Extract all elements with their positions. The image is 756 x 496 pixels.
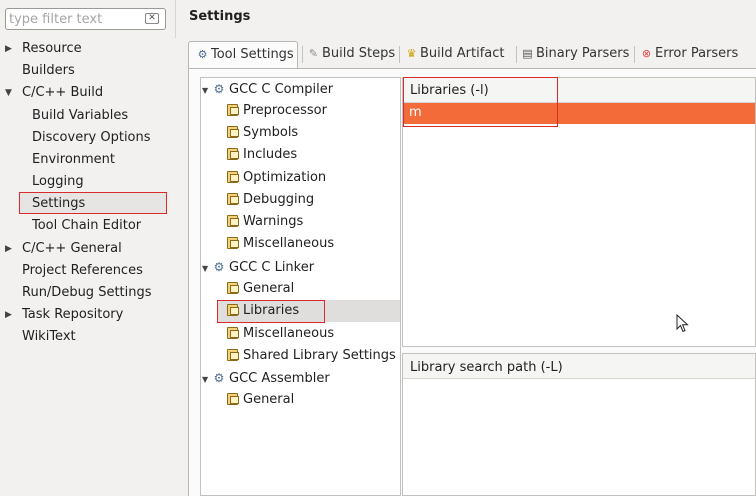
options-page-icon: [225, 214, 240, 227]
filter-input[interactable]: [9, 11, 141, 27]
collapse-icon[interactable]: ▼: [202, 80, 212, 102]
nav-item-tool-chain-editor[interactable]: Tool Chain Editor: [32, 215, 141, 236]
options-page-icon: [225, 392, 240, 405]
tree-item-label: GCC Assembler: [229, 371, 330, 386]
tree-item-label: Miscellaneous: [243, 236, 335, 251]
expand-task-repository-icon[interactable]: ▶: [5, 310, 12, 320]
nav-item-environment[interactable]: Environment: [32, 149, 115, 170]
options-page-icon: [225, 125, 240, 138]
mouse-pointer-icon: [676, 314, 689, 333]
tree-item-label: Libraries: [243, 303, 300, 318]
tab-divider: [634, 46, 635, 63]
libraries-highlight-box: [403, 77, 558, 127]
nav-item-settings[interactable]: Settings: [32, 193, 85, 214]
binary-parsers-icon: ▤: [522, 47, 533, 60]
page-title: Settings: [189, 9, 251, 24]
nav-item-cpp-build[interactable]: C/C++ Build: [22, 82, 103, 103]
tab-divider: [302, 46, 303, 63]
tab-divider: [516, 46, 517, 63]
collapse-icon[interactable]: ▼: [202, 258, 212, 280]
expand-cpp-general-icon[interactable]: ▶: [5, 244, 12, 254]
tree-item-gcc-c-linker[interactable]: ▼ ⚙ GCC C Linker: [202, 256, 314, 278]
tree-item-optimization[interactable]: Optimization: [225, 167, 326, 189]
gear-icon: ⚙: [213, 260, 225, 274]
options-page-icon: [225, 281, 240, 294]
tree-item-gcc-assembler[interactable]: ▼ ⚙ GCC Assembler: [202, 367, 330, 389]
nav-item-logging[interactable]: Logging: [32, 171, 84, 192]
tree-item-label: Optimization: [243, 170, 327, 185]
tab-build-steps[interactable]: ✎ Build Steps: [306, 41, 395, 67]
tree-item-gcc-c-compiler[interactable]: ▼ ⚙ GCC C Compiler: [202, 78, 333, 100]
nav-item-builders[interactable]: Builders: [22, 60, 75, 81]
nav-item-resource[interactable]: Resource: [22, 38, 82, 59]
options-page-icon: [225, 147, 240, 160]
tree-item-libraries[interactable]: Libraries: [225, 300, 299, 322]
tab-binary-parsers[interactable]: ▤ Binary Parsers: [520, 41, 629, 67]
nav-item-discovery-options[interactable]: Discovery Options: [32, 127, 151, 148]
tab-label: Binary Parsers: [536, 46, 630, 61]
tree-item-miscellaneous[interactable]: Miscellaneous: [225, 233, 334, 255]
options-page-icon: [225, 192, 240, 205]
page-header: Settings: [175, 0, 756, 38]
tree-item-linker-miscellaneous[interactable]: Miscellaneous: [225, 323, 334, 345]
tree-item-warnings[interactable]: Warnings: [225, 211, 303, 233]
tree-item-includes[interactable]: Includes: [225, 144, 297, 166]
tree-item-label: Shared Library Settings: [243, 348, 396, 363]
tree-item-label: Symbols: [243, 125, 299, 140]
tab-label: Error Parsers: [655, 46, 739, 61]
tool-settings-icon: ⚙: [197, 48, 208, 61]
nav-item-wikitext[interactable]: WikiText: [22, 326, 76, 347]
library-search-path-header: Library search path (-L): [403, 354, 755, 379]
gear-icon: ⚙: [213, 371, 225, 385]
tree-item-label: General: [243, 281, 295, 296]
options-page-icon: [225, 236, 240, 249]
tab-error-parsers[interactable]: ⊗ Error Parsers: [639, 41, 738, 67]
filter-field[interactable]: ✕: [5, 8, 166, 30]
tree-item-linker-general[interactable]: General: [225, 278, 294, 300]
library-search-path-label: Library search path (-L): [410, 360, 563, 375]
preferences-nav: ✕ ▶ Resource Builders ▼ C/C++ Build Buil…: [0, 0, 175, 496]
collapse-cpp-build-icon[interactable]: ▼: [5, 88, 12, 98]
tree-item-label: Preprocessor: [243, 103, 327, 118]
collapse-icon[interactable]: ▼: [202, 369, 212, 391]
tree-item-shared-library-settings[interactable]: Shared Library Settings: [225, 345, 396, 367]
nav-item-run-debug-settings[interactable]: Run/Debug Settings: [22, 282, 152, 303]
settings-tabs: ⚙ Tool Settings ✎ Build Steps ♛ Build Artif…: [188, 41, 756, 69]
tree-item-label: Warnings: [243, 214, 304, 229]
options-page-icon: [225, 170, 240, 183]
nav-item-task-repository[interactable]: Task Repository: [22, 304, 123, 325]
expand-resource-icon[interactable]: ▶: [5, 44, 12, 54]
nav-item-project-references[interactable]: Project References: [22, 260, 143, 281]
tree-item-label: Miscellaneous: [243, 326, 335, 341]
tree-item-label: GCC C Linker: [229, 260, 315, 275]
options-page-icon: [225, 348, 240, 361]
nav-item-cpp-general[interactable]: C/C++ General: [22, 238, 122, 259]
tab-tool-settings[interactable]: ⚙ Tool Settings: [188, 41, 298, 69]
options-page-icon: [225, 326, 240, 339]
tree-item-label: General: [243, 392, 295, 407]
tab-divider: [399, 46, 400, 63]
clear-filter-icon[interactable]: ✕: [145, 13, 159, 24]
error-parsers-icon: ⊗: [641, 47, 652, 60]
tree-item-label: Includes: [243, 147, 298, 162]
tree-item-debugging[interactable]: Debugging: [225, 189, 314, 211]
tree-item-label: GCC C Compiler: [229, 82, 334, 97]
tab-label: Tool Settings: [211, 47, 294, 62]
tab-build-artifact[interactable]: ♛ Build Artifact: [404, 41, 505, 67]
tab-label: Build Artifact: [420, 46, 505, 61]
options-page-icon: [225, 303, 240, 316]
gear-icon: ⚙: [213, 82, 225, 96]
build-steps-icon: ✎: [308, 47, 319, 60]
library-search-path-list[interactable]: Library search path (-L): [402, 353, 756, 496]
nav-item-build-variables[interactable]: Build Variables: [32, 105, 128, 126]
tab-label: Build Steps: [322, 46, 396, 61]
build-artifact-icon: ♛: [406, 47, 417, 60]
tree-item-label: Debugging: [243, 192, 315, 207]
options-page-icon: [225, 103, 240, 116]
tree-item-symbols[interactable]: Symbols: [225, 122, 298, 144]
tree-item-assembler-general[interactable]: General: [225, 389, 294, 411]
tree-item-preprocessor[interactable]: Preprocessor: [225, 100, 327, 122]
